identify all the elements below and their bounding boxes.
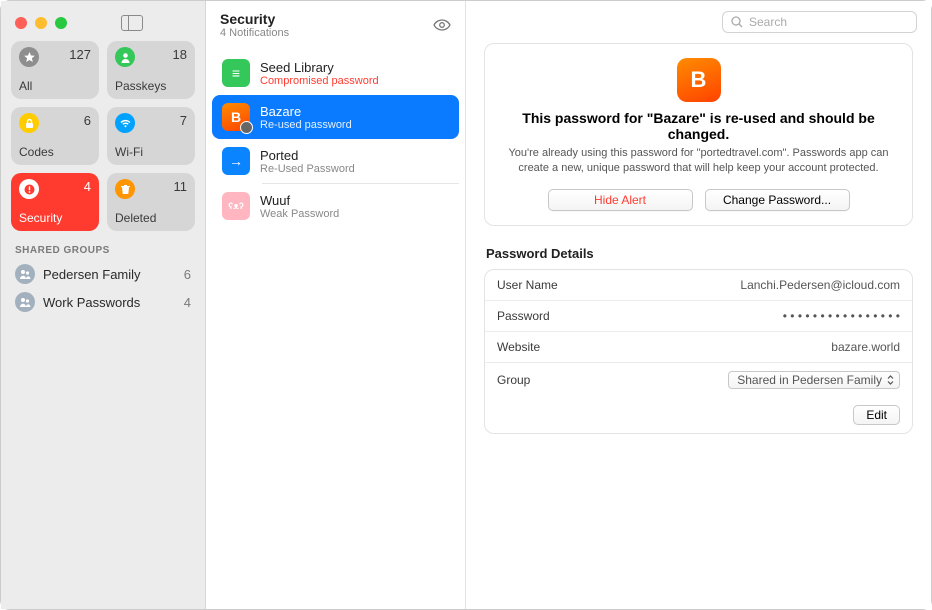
alert-icon <box>19 179 39 199</box>
sidebar-tile-deleted[interactable]: 11 Deleted <box>107 173 195 231</box>
shared-group-work-passwords[interactable]: Work Passwords 4 <box>1 288 205 316</box>
list-title: Security <box>220 11 433 27</box>
change-password-button[interactable]: Change Password... <box>705 189 850 211</box>
list-item-wuuf[interactable]: ʕᴥʔ WuufWeak Password <box>212 184 459 228</box>
group-name: Pedersen Family <box>43 267 176 282</box>
minimize-window-button[interactable] <box>35 17 47 29</box>
tile-count: 6 <box>84 113 91 128</box>
app-icon: ʕᴥʔ <box>222 192 250 220</box>
tile-label: Passkeys <box>115 79 187 93</box>
sidebar: 127 All 18 Passkeys 6 Codes 7 Wi-Fi 4 Security 11 D… <box>1 1 206 609</box>
search-placeholder: Search <box>749 15 787 29</box>
search-input[interactable]: Search <box>722 11 917 33</box>
password-details-table: User Name Lanchi.Pedersen@icloud.com Pas… <box>484 269 913 434</box>
app-icon: ≡ <box>222 59 250 87</box>
list-item-title: Wuuf <box>260 193 449 208</box>
app-icon: → <box>222 147 250 175</box>
group-value: Shared in Pedersen Family <box>737 373 882 387</box>
list-item-title: Bazare <box>260 104 449 119</box>
alert-description: You're already using this password for "… <box>505 146 892 177</box>
shared-groups-header: SHARED GROUPS <box>1 241 205 260</box>
group-name: Work Passwords <box>43 295 176 310</box>
password-value: • • • • • • • • • • • • • • • • <box>783 309 900 323</box>
shared-group-pedersen-family[interactable]: Pedersen Family 6 <box>1 260 205 288</box>
list-item-subtitle: Re-Used Password <box>260 163 449 175</box>
website-value: bazare.world <box>831 340 900 354</box>
alert-app-icon: B <box>677 58 721 102</box>
username-value: Lanchi.Pedersen@icloud.com <box>740 278 900 292</box>
password-label: Password <box>497 309 783 323</box>
group-count: 4 <box>184 295 191 310</box>
tile-label: Wi-Fi <box>115 145 187 159</box>
tile-label: Security <box>19 211 91 225</box>
wifi-icon <box>115 113 135 133</box>
hide-alert-button[interactable]: Hide Alert <box>548 189 693 211</box>
edit-button[interactable]: Edit <box>853 405 900 425</box>
close-window-button[interactable] <box>15 17 27 29</box>
list-header: Security 4 Notifications <box>206 1 465 47</box>
star-icon <box>19 47 39 67</box>
category-tile-grid: 127 All 18 Passkeys 6 Codes 7 Wi-Fi 4 Security 11 D… <box>1 41 205 241</box>
list-item-bazare[interactable]: B BazareRe-used password <box>212 95 459 139</box>
search-icon <box>731 16 743 28</box>
app-icon: B <box>222 103 250 131</box>
group-icon <box>15 264 35 284</box>
tile-count: 18 <box>173 47 187 62</box>
detail-row-website[interactable]: Website bazare.world <box>485 331 912 362</box>
window-controls <box>1 1 205 41</box>
sidebar-tile-security[interactable]: 4 Security <box>11 173 99 231</box>
tile-count: 4 <box>84 179 91 194</box>
toggle-sidebar-icon[interactable] <box>121 15 143 31</box>
trash-icon <box>115 179 135 199</box>
detail-row-username[interactable]: User Name Lanchi.Pedersen@icloud.com <box>485 270 912 300</box>
security-alert-card: B This password for "Bazare" is re-used … <box>484 43 913 226</box>
person-icon <box>115 47 135 67</box>
group-count: 6 <box>184 267 191 282</box>
list-item-title: Ported <box>260 148 449 163</box>
list-subtitle: 4 Notifications <box>220 27 433 39</box>
notification-list: ≡ Seed LibraryCompromised password B Bazare… <box>206 47 465 232</box>
website-label: Website <box>497 340 831 354</box>
tile-label: Codes <box>19 145 91 159</box>
lock-icon <box>19 113 39 133</box>
notification-list-panel: Security 4 Notifications ≡ Seed LibraryCo… <box>206 1 466 609</box>
reveal-passwords-icon[interactable] <box>433 19 451 31</box>
list-item-title: Seed Library <box>260 60 449 75</box>
group-label: Group <box>497 373 728 387</box>
group-icon <box>15 292 35 312</box>
tile-label: All <box>19 79 91 93</box>
list-item-subtitle: Compromised password <box>260 75 449 87</box>
tile-label: Deleted <box>115 211 187 225</box>
detail-panel: Search B This password for "Bazare" is r… <box>466 1 931 609</box>
detail-row-group[interactable]: Group Shared in Pedersen Family <box>485 362 912 397</box>
list-item-ported[interactable]: → PortedRe-Used Password <box>212 139 459 183</box>
tile-count: 127 <box>69 47 91 62</box>
sidebar-tile-codes[interactable]: 6 Codes <box>11 107 99 165</box>
alert-title: This password for "Bazare" is re-used an… <box>505 110 892 142</box>
sidebar-tile-passkeys[interactable]: 18 Passkeys <box>107 41 195 99</box>
detail-row-password[interactable]: Password • • • • • • • • • • • • • • • • <box>485 300 912 331</box>
list-item-seed-library[interactable]: ≡ Seed LibraryCompromised password <box>212 51 459 95</box>
shared-badge-icon <box>240 121 253 134</box>
group-select[interactable]: Shared in Pedersen Family <box>728 371 900 389</box>
username-label: User Name <box>497 278 740 292</box>
tile-count: 7 <box>180 113 187 128</box>
list-item-subtitle: Weak Password <box>260 208 449 220</box>
up-down-chevron-icon <box>886 374 895 386</box>
tile-count: 11 <box>174 179 188 194</box>
maximize-window-button[interactable] <box>55 17 67 29</box>
sidebar-tile-all[interactable]: 127 All <box>11 41 99 99</box>
password-details-header: Password Details <box>484 242 913 269</box>
list-item-subtitle: Re-used password <box>260 119 449 131</box>
sidebar-tile-wi-fi[interactable]: 7 Wi-Fi <box>107 107 195 165</box>
